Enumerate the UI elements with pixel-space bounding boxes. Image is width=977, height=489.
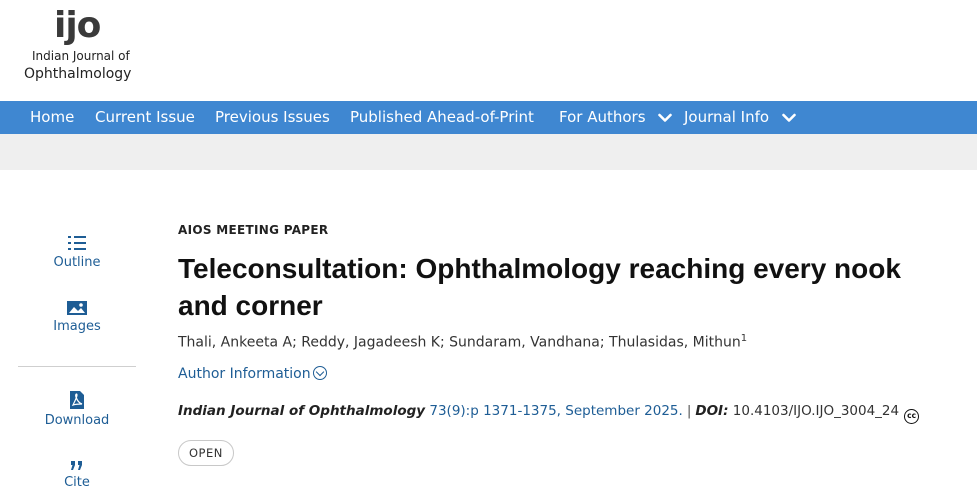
author-information-toggle[interactable]: Author Information bbox=[178, 366, 327, 382]
image-icon bbox=[67, 301, 87, 315]
doi-label: DOI: bbox=[695, 403, 729, 419]
article-type: AIOS MEETING PAPER bbox=[178, 223, 329, 237]
images-button[interactable]: Images bbox=[18, 300, 136, 334]
chevron-down-icon bbox=[782, 113, 796, 122]
logo-mark: ijo bbox=[54, 5, 101, 46]
nav-item-journal-info[interactable]: Journal Info bbox=[684, 101, 796, 134]
outline-button[interactable]: Outline bbox=[18, 234, 136, 270]
citation-line: Indian Journal of Ophthalmology 73(9):p … bbox=[178, 403, 920, 424]
nav-label: Journal Info bbox=[684, 108, 770, 126]
article-title: Teleconsultation: Ophthalmology reaching… bbox=[178, 253, 901, 321]
list-icon bbox=[68, 236, 86, 250]
sidebar-divider bbox=[18, 366, 136, 367]
site-header: ijo Indian Journal of Ophthalmology bbox=[0, 0, 977, 101]
download-button[interactable]: Download bbox=[18, 390, 136, 428]
authors-text: Thali, Ankeeta A; Reddy, Jagadeesh K; Su… bbox=[178, 334, 741, 351]
nav-label: For Authors bbox=[559, 108, 646, 126]
pdf-icon bbox=[70, 391, 84, 409]
nav-item-published-ahead-of-print[interactable]: Published Ahead-of-Print bbox=[350, 101, 534, 134]
chevron-down-icon bbox=[658, 113, 673, 122]
nav-label: Current Issue bbox=[95, 108, 195, 126]
journal-logo[interactable]: ijo Indian Journal of Ophthalmology bbox=[24, 6, 144, 86]
nav-item-current-issue[interactable]: Current Issue bbox=[95, 101, 195, 134]
citation-separator: | bbox=[686, 403, 692, 419]
sub-toolbar bbox=[0, 134, 977, 170]
download-label: Download bbox=[44, 413, 110, 428]
author-information-label: Author Information bbox=[178, 366, 311, 382]
nav-item-previous-issues[interactable]: Previous Issues bbox=[215, 101, 330, 134]
author-affiliation-marker: 1 bbox=[740, 333, 748, 344]
issue-link[interactable]: 73(9):p 1371-1375, September 2025. bbox=[429, 403, 682, 419]
doi-value: 10.4103/IJO.IJO_3004_24 bbox=[732, 403, 900, 419]
cite-button[interactable]: Cite bbox=[18, 458, 136, 489]
author-list: Thali, Ankeeta A; Reddy, Jagadeesh K; Su… bbox=[178, 333, 747, 351]
outline-label: Outline bbox=[53, 255, 101, 270]
logo-text-line2: Ophthalmology bbox=[24, 66, 132, 82]
chevron-circle-down-icon bbox=[312, 366, 327, 380]
main-nav: Home Current Issue Previous Issues Publi… bbox=[0, 101, 977, 134]
nav-item-for-authors[interactable]: For Authors bbox=[559, 101, 673, 134]
cc-icon[interactable]: cc bbox=[904, 409, 920, 424]
nav-label: Previous Issues bbox=[215, 108, 330, 126]
images-label: Images bbox=[53, 319, 101, 334]
open-access-badge: OPEN bbox=[178, 440, 234, 466]
quote-icon bbox=[71, 461, 82, 470]
journal-name: Indian Journal of Ophthalmology bbox=[178, 403, 426, 419]
nav-label: Home bbox=[30, 108, 75, 126]
nav-item-home[interactable]: Home bbox=[30, 101, 74, 134]
nav-label: Published Ahead-of-Print bbox=[350, 108, 534, 126]
logo-text-line1: Indian Journal of bbox=[32, 49, 130, 63]
cite-label: Cite bbox=[64, 475, 90, 489]
